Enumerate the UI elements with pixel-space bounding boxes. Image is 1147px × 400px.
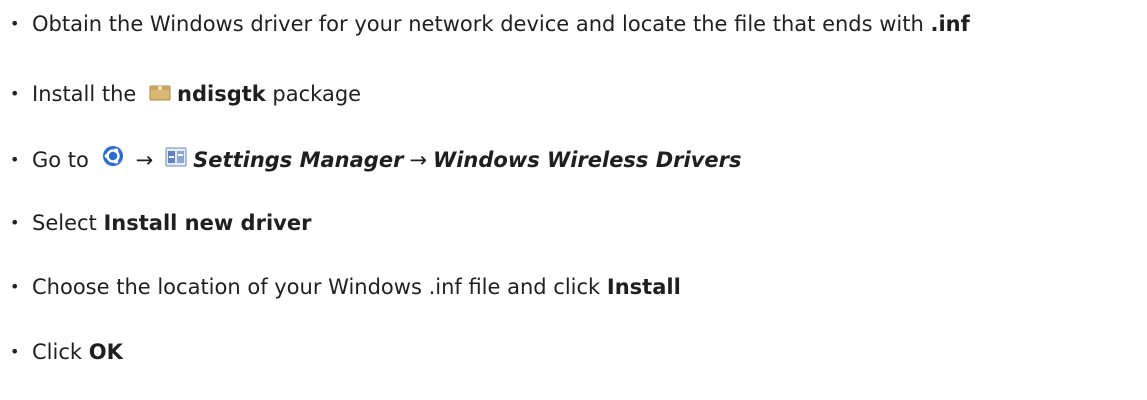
package-icon bbox=[149, 80, 171, 108]
step-text: Select bbox=[32, 211, 104, 235]
bullet: • bbox=[10, 149, 20, 169]
step-bold: OK bbox=[88, 340, 123, 364]
step-text: Click bbox=[32, 340, 89, 364]
bullet: • bbox=[10, 342, 20, 361]
step-text: Install the bbox=[32, 82, 144, 106]
arrow-separator: → bbox=[135, 147, 154, 172]
settings-manager-icon bbox=[165, 146, 187, 174]
bullet: • bbox=[10, 277, 20, 296]
bullet: • bbox=[10, 84, 20, 103]
list-item: • Select Install new driver bbox=[10, 209, 311, 237]
list-item: • Click OK bbox=[10, 338, 123, 366]
step-bold: .inf bbox=[930, 12, 970, 36]
step-bold: Install bbox=[606, 275, 681, 299]
step-text: Choose the location of your Windows .inf… bbox=[32, 275, 607, 299]
list-item: • Install the ndisgtk package bbox=[10, 80, 361, 108]
step-bold: Install new driver bbox=[103, 211, 312, 235]
package-name: ndisgtk bbox=[177, 82, 266, 106]
list-item: • Go to → Settings Manager → Windows Wir… bbox=[10, 145, 742, 174]
bullet: • bbox=[10, 14, 20, 33]
step-text: Obtain the Windows driver for your netwo… bbox=[32, 12, 931, 36]
step-text: Go to bbox=[32, 147, 96, 172]
arrow-separator: → bbox=[409, 147, 428, 172]
bullet: • bbox=[10, 213, 20, 232]
ubuntu-menu-icon bbox=[102, 145, 124, 174]
step-text-suffix: package bbox=[265, 82, 362, 106]
wireless-drivers-label: Windows Wireless Drivers bbox=[433, 147, 742, 172]
list-item: • Obtain the Windows driver for your net… bbox=[10, 10, 970, 38]
list-item: • Choose the location of your Windows .i… bbox=[10, 273, 681, 301]
settings-manager-label: Settings Manager bbox=[193, 147, 404, 172]
